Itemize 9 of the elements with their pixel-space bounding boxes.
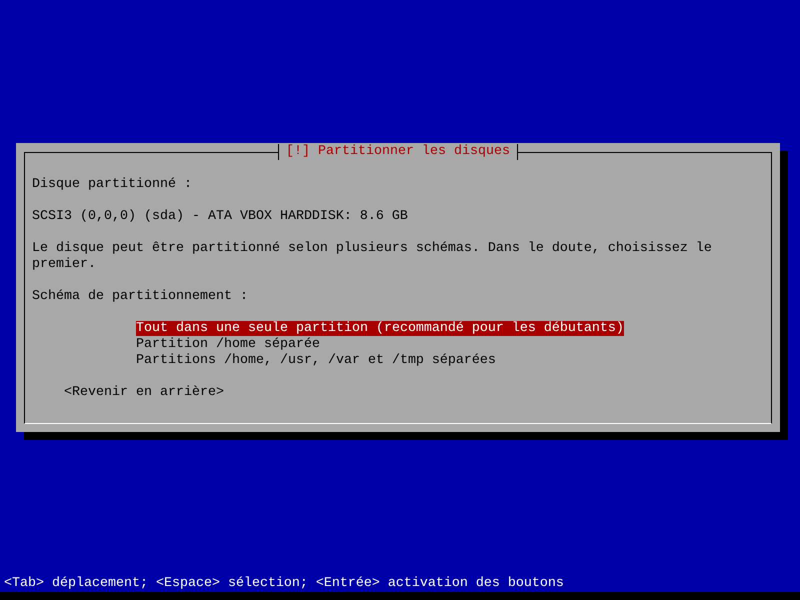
disk-label: Disque partitionné : [32, 177, 192, 193]
scheme-option[interactable]: Partition /home séparée [136, 337, 320, 352]
scheme-label: Schéma de partitionnement : [32, 289, 248, 305]
description-text: Le disque peut être partitionné selon plusieurs schémas. Dans le doute, choisissez le premier. [32, 241, 713, 273]
disk-name: SCSI3 (0,0,0) (sda) - ATA VBOX HARDDISK: 8.6 GB [32, 209, 408, 225]
dialog-title: [!] Partitionner les disques [278, 144, 518, 160]
scheme-option[interactable]: Tout dans une seule partition (recommandé pour les débutants) [136, 321, 624, 336]
status-bar-text: <Tab> déplacement; <Espace> sélection; <Entrée> activation des boutons [3, 576, 564, 592]
scheme-option[interactable]: Partitions /home, /usr, /var et /tmp séparées [136, 353, 496, 368]
